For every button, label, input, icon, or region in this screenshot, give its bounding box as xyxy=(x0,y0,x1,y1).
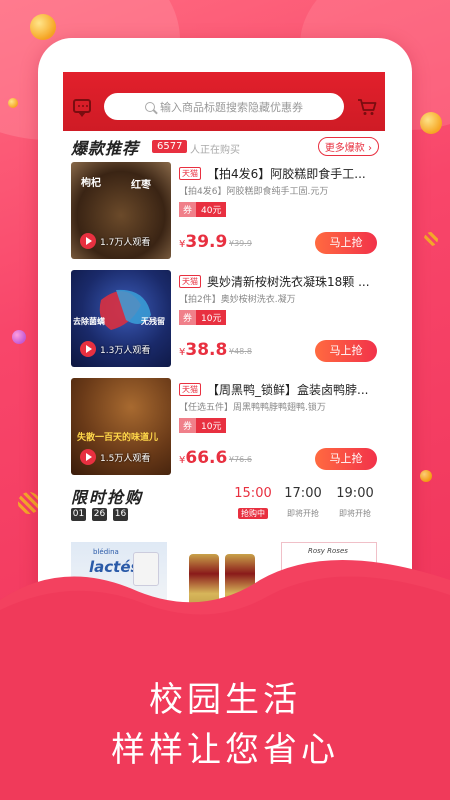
coupon-label: 券 xyxy=(179,202,197,217)
original-price: ¥48.8 xyxy=(229,347,252,356)
more-hot-label: 更多爆款 xyxy=(324,143,365,154)
tmall-badge: 天猫 xyxy=(179,167,201,180)
coupon-tag: 券 40元 xyxy=(179,202,227,217)
product-thumbnail[interactable]: 枸杞 红枣 1.7万人观看 xyxy=(71,162,171,259)
buy-now-button[interactable]: 马上抢 xyxy=(315,448,377,470)
play-icon[interactable] xyxy=(80,341,96,357)
countdown-timer: 01 26 16 xyxy=(71,508,128,521)
coupon-label: 券 xyxy=(179,310,197,325)
price-value: 66.6 xyxy=(185,448,228,468)
time-slot[interactable]: 19:00 即将开抢 xyxy=(333,486,377,520)
thumbnail-label: 失散一百天的味道儿 xyxy=(77,433,159,443)
product-title[interactable]: 奥妙清新桉树洗衣凝珠18颗 ... xyxy=(207,273,377,290)
slogan-line-1: 校园生活 xyxy=(149,680,301,720)
buy-now-button[interactable]: 马上抢 xyxy=(315,340,377,362)
slot-time: 17:00 xyxy=(284,486,322,501)
thumbnail-label: 无残留 xyxy=(141,317,165,326)
product-price: ¥38.8 xyxy=(179,340,227,360)
product-card[interactable]: 去除菌螨 无残留 1.3万人观看 天猫 奥妙清新桉树洗衣凝珠18颗 ... 【拍… xyxy=(63,266,385,374)
thumbnail-label: 枸杞 xyxy=(81,178,101,189)
buyer-count-badge: 6577 xyxy=(152,140,188,153)
thumbnail-label: 红枣 xyxy=(131,180,151,191)
coupon-tag: 券 10元 xyxy=(179,310,227,325)
original-price: ¥76.6 xyxy=(229,455,252,464)
coupon-tag: 券 10元 xyxy=(179,418,227,433)
slot-time: 19:00 xyxy=(336,486,374,501)
product-title[interactable]: 【周黑鸭_锁鲜】盒装卤鸭脖... xyxy=(207,381,377,398)
coupon-value: 10元 xyxy=(196,310,227,325)
app-header: 输入商品标题搜索隐藏优惠券 xyxy=(63,72,385,131)
search-icon xyxy=(145,101,155,112)
slot-status: 即将开抢 xyxy=(287,509,319,518)
slot-status: 抢购中 xyxy=(238,508,268,519)
countdown-minutes: 26 xyxy=(92,508,107,521)
tmall-badge: 天猫 xyxy=(179,383,201,396)
price-value: 39.9 xyxy=(185,232,228,252)
search-input[interactable]: 输入商品标题搜索隐藏优惠券 xyxy=(104,93,344,120)
coupon-value: 10元 xyxy=(196,418,227,433)
time-slot[interactable]: 15:00 抢购中 xyxy=(231,486,275,520)
coin-decoration xyxy=(420,470,432,482)
flash-sale-title: 限时抢购 xyxy=(71,488,144,507)
time-slot[interactable]: 17:00 即将开抢 xyxy=(281,486,325,520)
slot-status: 即将开抢 xyxy=(339,509,371,518)
view-count: 1.5万人观看 xyxy=(100,454,151,464)
more-hot-button[interactable]: 更多爆款 › xyxy=(317,137,379,156)
original-price: ¥39.9 xyxy=(229,239,252,248)
coin-decoration xyxy=(8,98,18,108)
coupon-value: 40元 xyxy=(196,202,227,217)
product-price: ¥66.6 xyxy=(179,448,227,468)
hot-section-header: 爆款推荐 6577 人正在购买 更多爆款 › xyxy=(63,131,385,158)
hot-section-title: 爆款推荐 xyxy=(71,139,140,158)
play-icon[interactable] xyxy=(80,233,96,249)
flash-sale-section: 限时抢购 01 26 16 15:00 抢购中 17:00 即将开抢 19:00… xyxy=(63,482,385,532)
search-placeholder: 输入商品标题搜索隐藏优惠券 xyxy=(160,100,303,114)
view-count: 1.3万人观看 xyxy=(100,346,151,356)
tmall-badge: 天猫 xyxy=(179,275,201,288)
product-thumbnail[interactable]: 去除菌螨 无残留 1.3万人观看 xyxy=(71,270,171,367)
product-price: ¥39.9 xyxy=(179,232,227,252)
price-value: 38.8 xyxy=(185,340,228,360)
countdown-seconds: 16 xyxy=(113,508,128,521)
product-thumbnail[interactable]: 失散一百天的味道儿 1.5万人观看 xyxy=(71,378,171,475)
product-subtitle: 【任选五件】周黑鸭鸭脖鸭翅鸭.锁万 xyxy=(179,403,326,413)
message-icon[interactable] xyxy=(73,99,91,117)
product-card[interactable]: 失散一百天的味道儿 1.5万人观看 天猫 【周黑鸭_锁鲜】盒装卤鸭脖... 【任… xyxy=(63,374,385,482)
cart-icon[interactable] xyxy=(357,98,377,115)
product-subtitle: 【拍4发6】阿胶糕即食纯手工固.元万 xyxy=(179,187,329,197)
buyer-count-label: 人正在购买 xyxy=(190,145,240,156)
slogan-line-2: 样样让您省心 xyxy=(111,730,339,770)
dots-decoration xyxy=(424,232,438,246)
thumbnail-label: 去除菌螨 xyxy=(73,317,105,326)
coin-decoration xyxy=(12,330,26,344)
coin-decoration xyxy=(30,14,56,40)
product-card[interactable]: 枸杞 红枣 1.7万人观看 天猫 【拍4发6】阿胶糕即食手工... 【拍4发6】… xyxy=(63,158,385,266)
dots-decoration xyxy=(18,492,40,514)
view-count: 1.7万人观看 xyxy=(100,238,151,248)
product-subtitle: 【拍2件】奥妙桉树洗衣.凝万 xyxy=(179,295,296,305)
buy-now-button[interactable]: 马上抢 xyxy=(315,232,377,254)
product-title[interactable]: 【拍4发6】阿胶糕即食手工... xyxy=(207,165,377,182)
slot-time: 15:00 xyxy=(234,486,272,501)
coin-decoration xyxy=(420,112,442,134)
countdown-hours: 01 xyxy=(71,508,86,521)
coupon-label: 券 xyxy=(179,418,197,433)
play-icon[interactable] xyxy=(80,449,96,465)
